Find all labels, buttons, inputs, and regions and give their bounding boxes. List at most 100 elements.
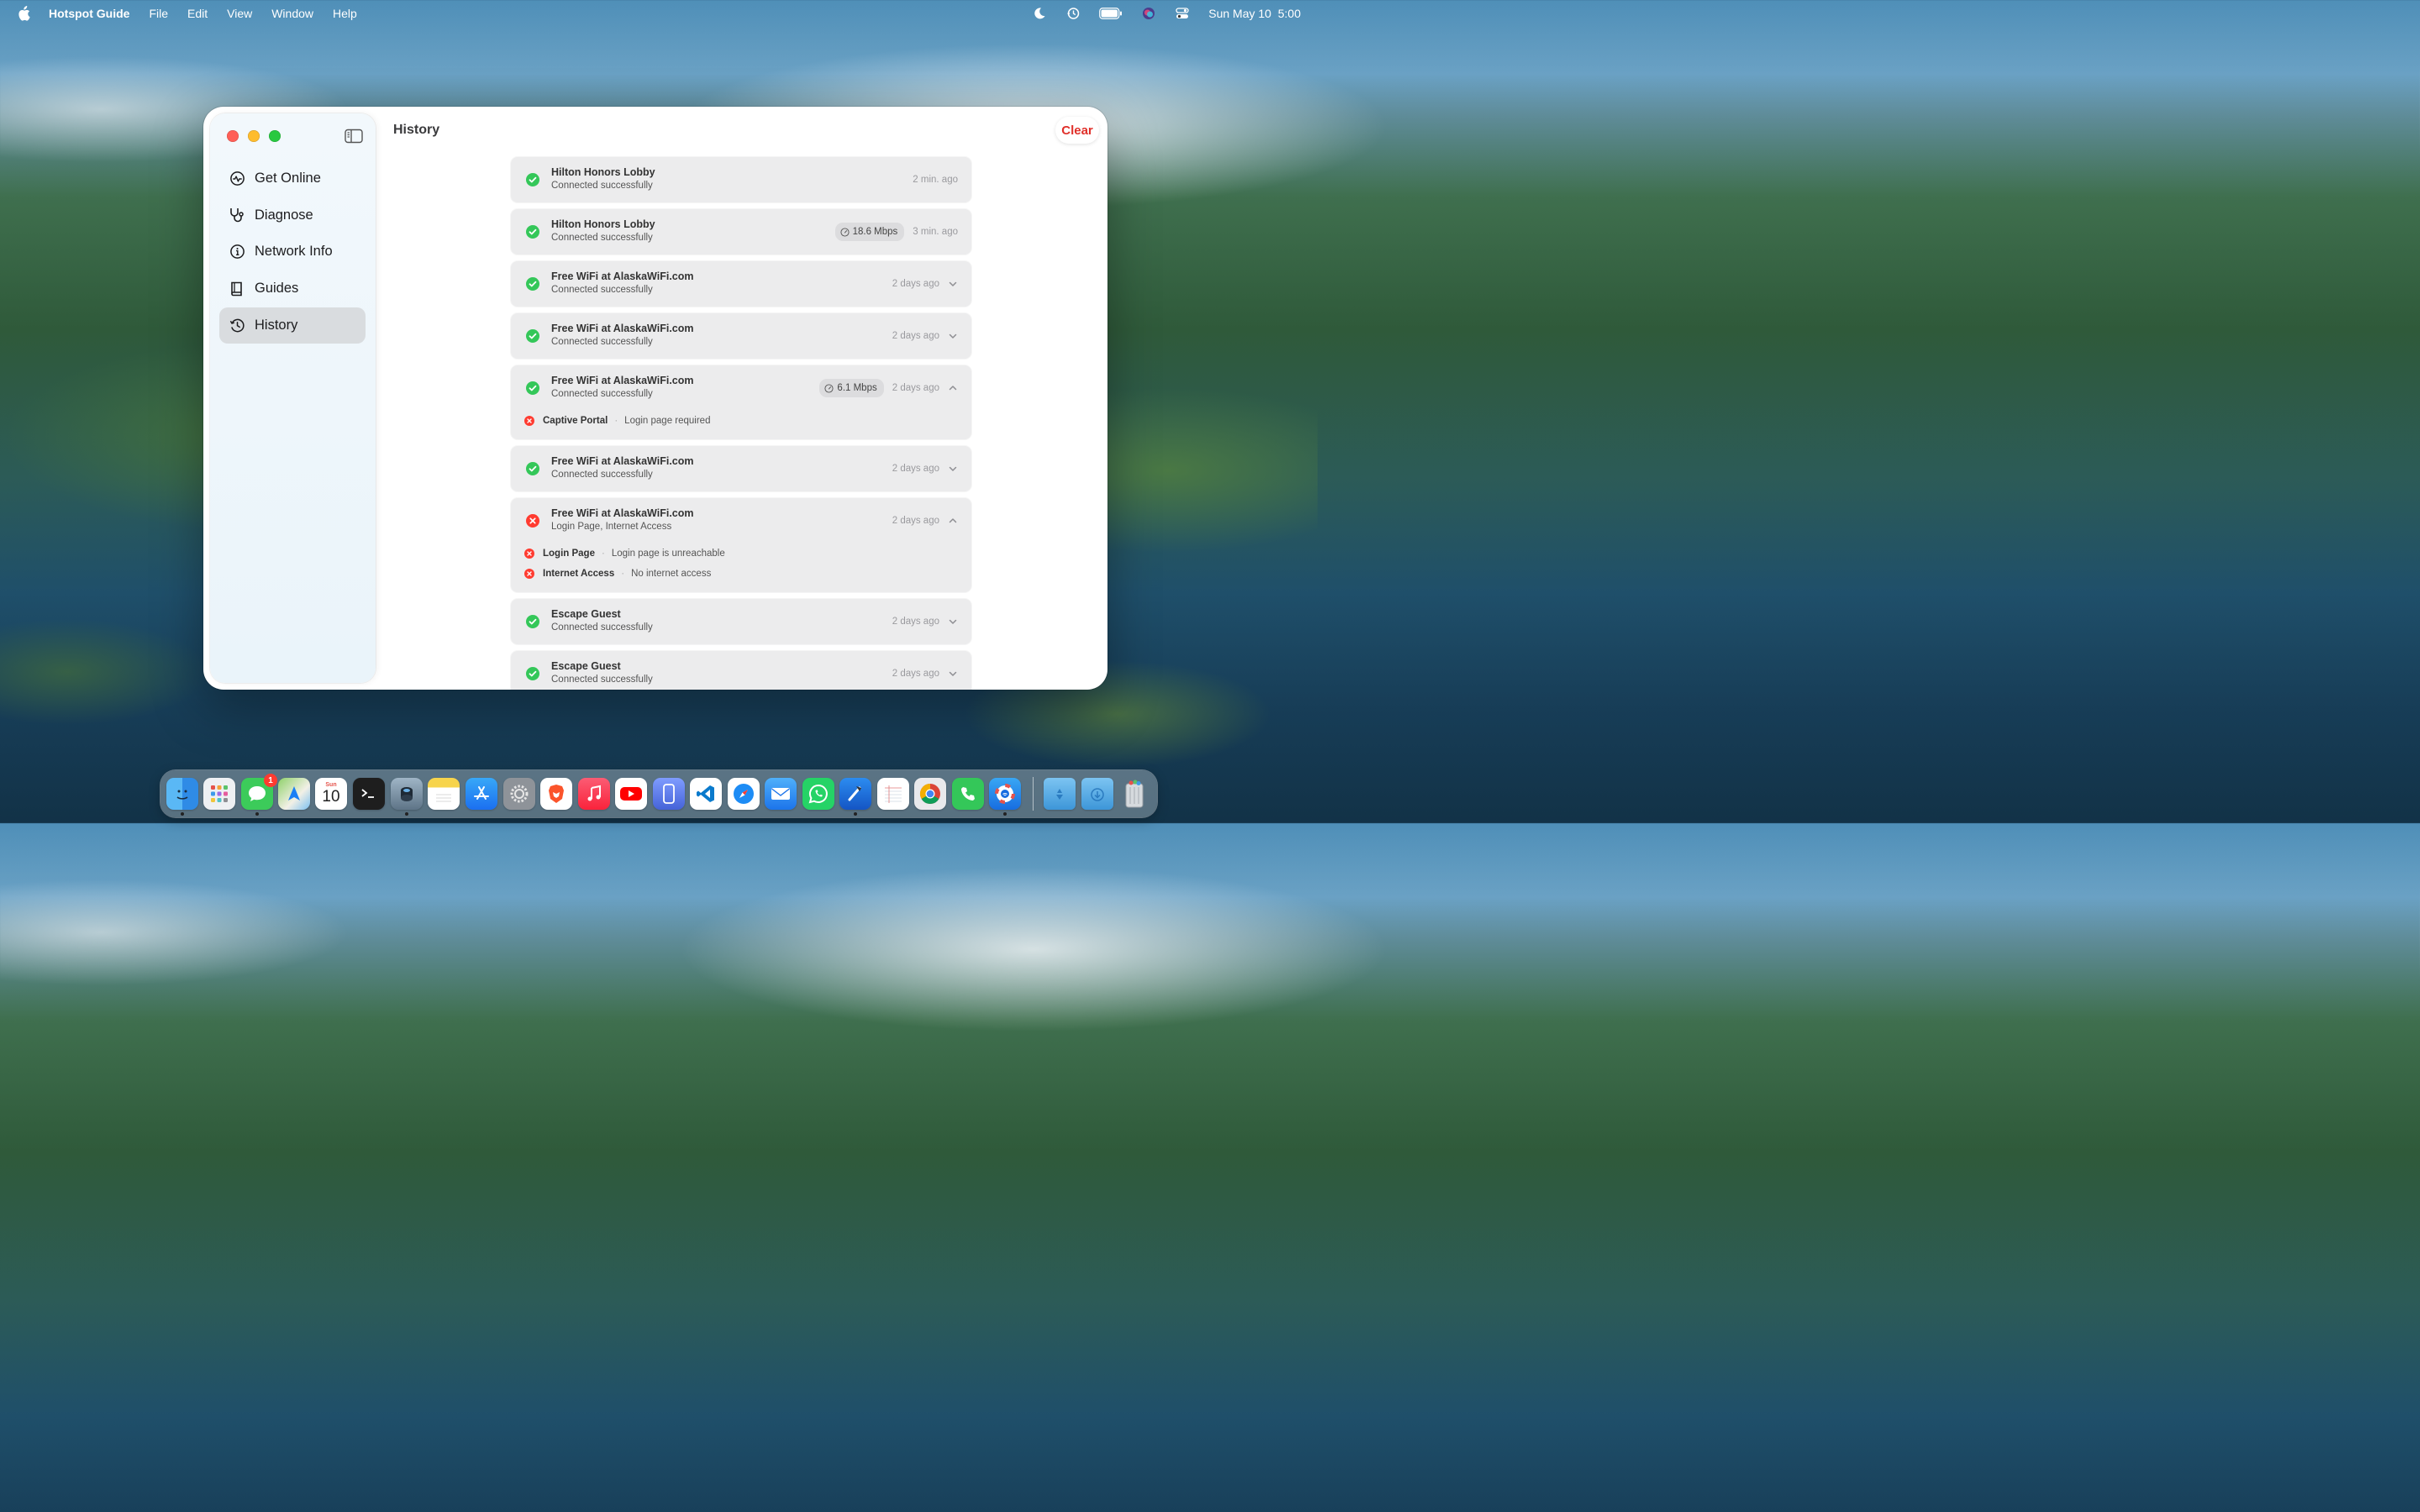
mail-icon[interactable] bbox=[765, 778, 797, 810]
applications-folder-icon[interactable] bbox=[1044, 778, 1076, 810]
entry-time: 3 min. ago bbox=[913, 227, 958, 237]
connection-status: Login Page, Internet Access bbox=[551, 522, 672, 532]
system-settings-icon[interactable] bbox=[503, 778, 535, 810]
trash-icon[interactable] bbox=[1118, 778, 1150, 810]
finder-icon[interactable] bbox=[166, 778, 198, 810]
terminal-icon[interactable] bbox=[353, 778, 385, 810]
chevron-down-icon[interactable] bbox=[948, 279, 958, 289]
iphone-mirroring-icon[interactable] bbox=[653, 778, 685, 810]
menu-help[interactable]: Help bbox=[333, 7, 357, 20]
error-x-icon bbox=[524, 569, 534, 579]
chrome-icon[interactable] bbox=[914, 778, 946, 810]
history-entry[interactable]: Hilton Honors Lobby Connected successful… bbox=[511, 157, 971, 202]
phone-icon[interactable] bbox=[952, 778, 984, 810]
apple-logo-icon[interactable] bbox=[17, 6, 32, 21]
safari-icon[interactable] bbox=[728, 778, 760, 810]
menu-clock[interactable]: Sun May 10 5:00 bbox=[1208, 7, 1301, 20]
privacy-tool-icon[interactable] bbox=[391, 778, 423, 810]
sidebar-item-get-online[interactable]: Get Online bbox=[219, 160, 366, 197]
menu-file[interactable]: File bbox=[149, 7, 168, 20]
minimize-window-button[interactable] bbox=[248, 130, 260, 142]
maps-icon[interactable] bbox=[278, 778, 310, 810]
history-entry[interactable]: Hilton Honors Lobby Connected successful… bbox=[511, 209, 971, 255]
sidebar-item-diagnose[interactable]: Diagnose bbox=[219, 197, 366, 234]
app-store-icon[interactable] bbox=[466, 778, 497, 810]
menu-edit[interactable]: Edit bbox=[187, 7, 208, 20]
calendar-icon[interactable]: Sun 10 bbox=[315, 778, 347, 810]
moon-icon[interactable] bbox=[1032, 6, 1047, 21]
history-entry[interactable]: Free WiFi at AlaskaWiFi.com Connected su… bbox=[511, 446, 971, 491]
chevron-up-icon[interactable] bbox=[948, 516, 958, 526]
youtube-icon[interactable] bbox=[615, 778, 647, 810]
chevron-down-icon[interactable] bbox=[948, 331, 958, 341]
running-indicator bbox=[854, 812, 857, 816]
sidebar-item-history[interactable]: History bbox=[219, 307, 366, 344]
chevron-down-icon[interactable] bbox=[948, 464, 958, 474]
battery-icon[interactable] bbox=[1099, 6, 1123, 21]
control-center-icon[interactable] bbox=[1175, 6, 1190, 21]
whatsapp-icon[interactable] bbox=[802, 778, 834, 810]
history-entry-expanded[interactable]: Free WiFi at AlaskaWiFi.com Login Page, … bbox=[511, 498, 971, 592]
check-detail-row: Login Page · Login page is unreachable bbox=[511, 543, 971, 564]
messages-icon[interactable]: 1 bbox=[241, 774, 277, 810]
notes-icon[interactable] bbox=[428, 778, 460, 810]
vscode-icon[interactable] bbox=[690, 778, 722, 810]
sidebar-item-label: Guides bbox=[255, 281, 299, 297]
success-check-icon bbox=[526, 329, 539, 343]
entry-time: 2 days ago bbox=[892, 516, 939, 526]
window-controls bbox=[227, 130, 281, 142]
history-entry-expanded[interactable]: Free WiFi at AlaskaWiFi.com Connected su… bbox=[511, 365, 971, 439]
history-list: Hilton Honors Lobby Connected successful… bbox=[511, 157, 971, 690]
entry-time: 2 days ago bbox=[892, 669, 939, 679]
success-check-icon bbox=[526, 381, 539, 395]
speed-value: 18.6 Mbps bbox=[852, 227, 898, 237]
music-icon[interactable] bbox=[578, 778, 610, 810]
network-name: Escape Guest bbox=[551, 660, 621, 672]
hotspot-guide-app-icon[interactable] bbox=[989, 778, 1021, 810]
sidebar-toggle-icon[interactable] bbox=[345, 128, 363, 144]
siri-icon[interactable] bbox=[1141, 6, 1156, 21]
menu-view[interactable]: View bbox=[227, 7, 252, 20]
entry-time: 2 days ago bbox=[892, 383, 939, 393]
connection-status: Connected successfully bbox=[551, 470, 653, 480]
history-entry[interactable]: Escape Guest Connected successfully 2 da… bbox=[511, 651, 971, 690]
check-message: Login page is unreachable bbox=[611, 549, 725, 559]
time-machine-icon[interactable] bbox=[1065, 6, 1081, 21]
sidebar-item-network-info[interactable]: Network Info bbox=[219, 234, 366, 270]
launchpad-icon[interactable] bbox=[203, 778, 235, 810]
success-check-icon bbox=[526, 173, 539, 186]
error-x-icon bbox=[526, 514, 539, 528]
chevron-down-icon[interactable] bbox=[948, 669, 958, 679]
sidebar-item-label: Diagnose bbox=[255, 207, 313, 223]
history-entry[interactable]: Free WiFi at AlaskaWiFi.com Connected su… bbox=[511, 261, 971, 307]
connection-status: Connected successfully bbox=[551, 233, 653, 243]
zoom-window-button[interactable] bbox=[269, 130, 281, 142]
check-message: No internet access bbox=[631, 569, 712, 579]
activity-icon bbox=[229, 171, 245, 187]
menu-bar: Hotspot Guide File Edit View Window Help… bbox=[0, 0, 1318, 27]
history-entry[interactable]: Escape Guest Connected successfully 2 da… bbox=[511, 599, 971, 644]
textedit-icon[interactable] bbox=[877, 778, 909, 810]
app-window: Get Online Diagnose Network Info Guides bbox=[203, 107, 1107, 690]
connection-status: Connected successfully bbox=[551, 622, 653, 633]
error-x-icon bbox=[524, 549, 534, 559]
running-indicator bbox=[1003, 812, 1007, 816]
sidebar-item-label: History bbox=[255, 317, 298, 333]
chevron-up-icon[interactable] bbox=[948, 383, 958, 393]
menu-app-name[interactable]: Hotspot Guide bbox=[49, 7, 129, 20]
clear-history-button[interactable]: Clear bbox=[1055, 117, 1099, 144]
check-detail-row: Internet Access · No internet access bbox=[511, 564, 971, 584]
xcode-icon[interactable] bbox=[839, 778, 871, 810]
connection-status: Connected successfully bbox=[551, 285, 653, 295]
sidebar-item-guides[interactable]: Guides bbox=[219, 270, 366, 307]
check-name: Captive Portal bbox=[543, 416, 608, 426]
chevron-down-icon[interactable] bbox=[948, 617, 958, 627]
speed-badge: 18.6 Mbps bbox=[834, 223, 905, 241]
downloads-folder-icon[interactable] bbox=[1081, 778, 1113, 810]
close-window-button[interactable] bbox=[227, 130, 239, 142]
check-message: Login page required bbox=[624, 416, 711, 426]
brave-browser-icon[interactable] bbox=[540, 778, 572, 810]
menu-window[interactable]: Window bbox=[271, 7, 313, 20]
history-entry[interactable]: Free WiFi at AlaskaWiFi.com Connected su… bbox=[511, 313, 971, 359]
connection-status: Connected successfully bbox=[551, 181, 653, 191]
